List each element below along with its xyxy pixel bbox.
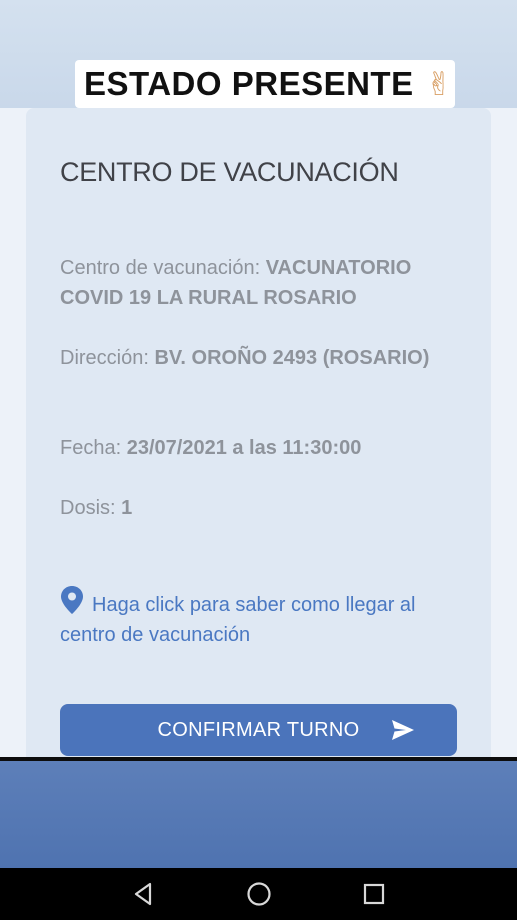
date-info: Fecha: 23/07/2021 a las 11:30:00 [60, 433, 460, 463]
back-triangle-icon[interactable] [130, 880, 158, 908]
android-navigation-bar [0, 868, 517, 920]
confirm-button-label: CONFIRMAR TURNO [157, 718, 360, 741]
date-label: Fecha: [60, 437, 122, 459]
estado-presente-banner: ESTADO PRESENTE ✌ [75, 60, 455, 108]
card-title: CENTRO DE VACUNACIÓN [60, 157, 399, 187]
recents-square-icon[interactable] [360, 880, 388, 908]
address-label: Dirección: [60, 347, 149, 369]
center-label: Centro de vacunación: [60, 257, 261, 279]
dose-label: Dosis: [60, 497, 116, 519]
center-info: Centro de vacunación: VACUNATORIO COVID … [60, 253, 460, 313]
send-arrow-icon [392, 720, 414, 740]
victory-hand-icon: ✌ [425, 65, 453, 103]
home-circle-icon[interactable] [245, 880, 273, 908]
dose-info: Dosis: 1 [60, 493, 460, 523]
banner-text: ESTADO PRESENTE [84, 65, 414, 102]
directions-link-text[interactable]: Haga click para saber como llegar al cen… [60, 594, 416, 646]
address-value: BV. OROÑO 2493 (ROSARIO) [154, 347, 430, 369]
date-value: 23/07/2021 a las 11:30:00 [126, 437, 362, 459]
dose-value: 1 [121, 497, 133, 519]
location-pin-icon [61, 586, 83, 614]
directions-link[interactable]: Haga click para saber como llegar al cen… [60, 586, 460, 650]
confirm-turno-button[interactable]: CONFIRMAR TURNO [60, 704, 457, 756]
bottom-panel [0, 761, 517, 868]
address-info: Dirección: BV. OROÑO 2493 (ROSARIO) [60, 343, 460, 373]
